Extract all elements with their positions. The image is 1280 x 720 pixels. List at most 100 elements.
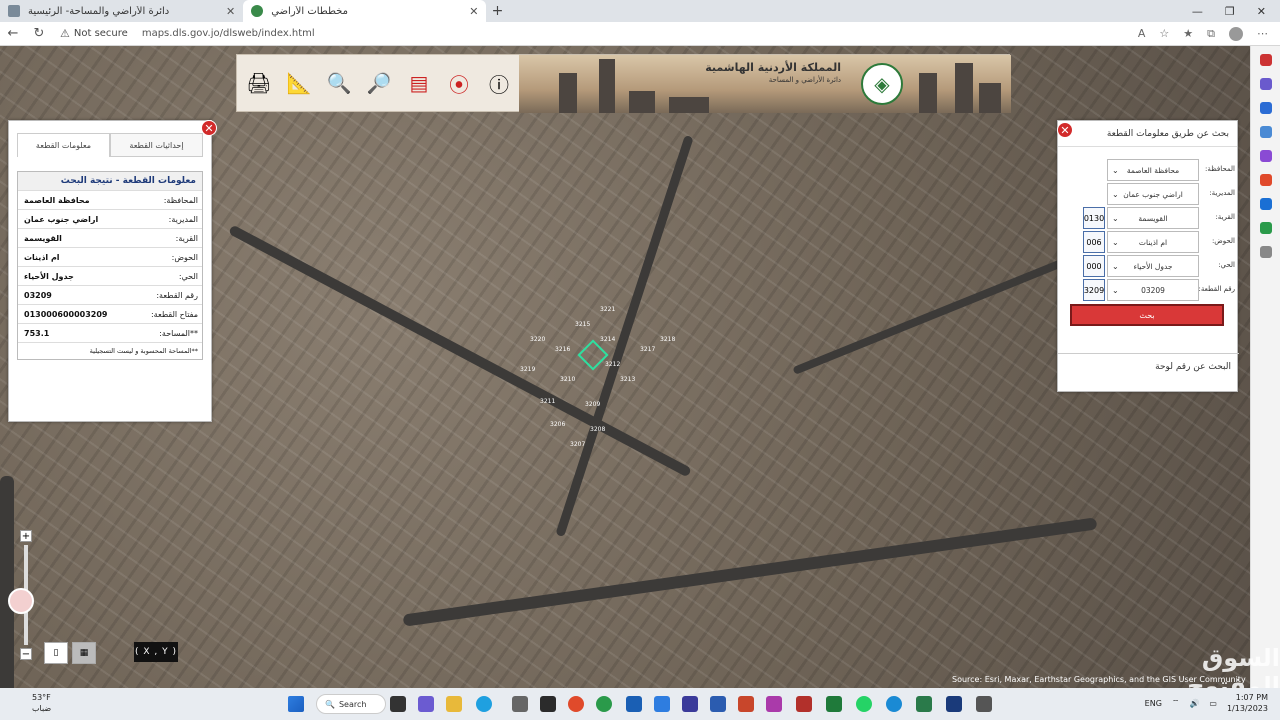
- search-sidebar-icon[interactable]: [1259, 54, 1272, 66]
- info-icon[interactable]: ⓘ: [483, 67, 515, 99]
- close-window-icon[interactable]: ✕: [1257, 5, 1266, 18]
- whatsapp-icon[interactable]: [856, 696, 872, 712]
- zoom-slider-handle[interactable]: [8, 588, 34, 614]
- zoom-out-button[interactable]: −: [20, 648, 32, 660]
- refresh-icon[interactable]: ↻: [26, 26, 52, 41]
- teams-icon[interactable]: [418, 696, 434, 712]
- search-field-select[interactable]: محافظة العاصمة ⌄: [1107, 159, 1199, 181]
- info-row-value: 753.1: [24, 328, 50, 338]
- search-field-row: الحوض: ام اذينات ⌄ 006: [1058, 231, 1239, 253]
- map-pin-icon[interactable]: ⦿: [443, 67, 475, 99]
- add-sidebar-icon[interactable]: [1259, 246, 1272, 258]
- close-search-panel-icon[interactable]: ✕: [1057, 122, 1073, 138]
- task-view-icon[interactable]: [390, 696, 406, 712]
- minimize-icon[interactable]: —: [1192, 5, 1203, 18]
- search-field-select[interactable]: جدول الأحياء ⌄: [1107, 255, 1199, 277]
- collections-icon[interactable]: ⧉: [1207, 27, 1215, 41]
- zoom-in-button[interactable]: +: [20, 530, 32, 542]
- back-arrow-icon[interactable]: ←: [0, 26, 26, 41]
- file-explorer-icon[interactable]: [446, 696, 462, 712]
- parcel-number-label: 3207: [570, 441, 586, 448]
- parcel-search-icon[interactable]: 🔎: [363, 67, 395, 99]
- search-field-select[interactable]: ام اذينات ⌄: [1107, 231, 1199, 253]
- app-icon-8[interactable]: [946, 696, 962, 712]
- browser-tab-dls-home[interactable]: دائرة الأراضي والمساحة- الرئيسية ✕: [0, 0, 243, 22]
- search-field-code-input[interactable]: 006: [1083, 231, 1105, 253]
- weather-widget[interactable]: 53°F ضباب: [32, 692, 51, 714]
- profile-avatar[interactable]: [1229, 26, 1243, 41]
- tree-icon[interactable]: [1259, 222, 1272, 234]
- close-tab-icon[interactable]: ✕: [469, 5, 478, 18]
- tab-parcel-info[interactable]: معلومات القطعة: [17, 133, 110, 157]
- games-icon[interactable]: [1259, 150, 1272, 162]
- windows-start-icon[interactable]: [288, 696, 304, 712]
- system-clock[interactable]: 1:07 PM 1/13/2023: [1227, 692, 1268, 714]
- chevron-down-icon: ⌄: [1112, 165, 1119, 175]
- app-icon-5[interactable]: [766, 696, 782, 712]
- search-field-row: رقم القطعة: 03209 ⌄ 3209: [1058, 279, 1239, 301]
- kingdom-title: المملكة الأردنية الهاشمية دائرة الأراضي …: [705, 61, 841, 84]
- maximize-icon[interactable]: ❐: [1225, 5, 1235, 18]
- chrome-icon[interactable]: [568, 696, 584, 712]
- search-field-select[interactable]: 03209 ⌄: [1107, 279, 1199, 301]
- browser-tab-land-maps[interactable]: مخططات الأراضي ✕: [243, 0, 487, 22]
- excel-icon[interactable]: [826, 696, 842, 712]
- chrome-icon-2[interactable]: [596, 696, 612, 712]
- new-tab-button[interactable]: +: [486, 3, 508, 19]
- basemap-satellite-button[interactable]: ▦: [72, 642, 96, 664]
- report-icon[interactable]: ▤: [403, 67, 435, 99]
- tab-parcel-coordinates[interactable]: إحداثيات القطعة: [110, 133, 203, 157]
- close-tab-icon[interactable]: ✕: [226, 5, 235, 18]
- url-text[interactable]: maps.dls.gov.jo/dlsweb/index.html: [142, 28, 315, 39]
- security-indicator[interactable]: ⚠ Not secure: [60, 27, 128, 40]
- app-icon-1[interactable]: [540, 696, 556, 712]
- favorite-star-icon[interactable]: ☆: [1159, 27, 1169, 40]
- wifi-icon[interactable]: ⌔: [1172, 698, 1180, 708]
- tools-icon[interactable]: [1259, 126, 1272, 138]
- app-icon-4[interactable]: [682, 696, 698, 712]
- app-icon-2[interactable]: [626, 696, 642, 712]
- info-row: الحوض: ام اذينات: [18, 247, 202, 266]
- taskbar-search[interactable]: 🔍 Search: [316, 694, 386, 714]
- app-icon-6[interactable]: [796, 696, 812, 712]
- copilot-icon[interactable]: [1259, 78, 1272, 90]
- edge-icon[interactable]: [886, 696, 902, 712]
- search-field-select[interactable]: القويسمة ⌄: [1107, 207, 1199, 229]
- search-field-row: القرية: القويسمة ⌄ 0130: [1058, 207, 1239, 229]
- parcel-number-label: 3221: [600, 306, 616, 313]
- app-icon-9[interactable]: [976, 696, 992, 712]
- locate-search-icon[interactable]: 🔍: [323, 67, 355, 99]
- app-icon-7[interactable]: [916, 696, 932, 712]
- settings-icon[interactable]: [512, 696, 528, 712]
- favorites-icon[interactable]: ★: [1183, 27, 1193, 40]
- basemap-switcher: ▯ ▦: [44, 642, 96, 664]
- office-icon[interactable]: [1259, 174, 1272, 186]
- search-field-value: ام اذينات: [1138, 237, 1168, 247]
- search-field-code-input[interactable]: 0130: [1083, 207, 1105, 229]
- search-field-select[interactable]: اراضي جنوب عمان ⌄: [1107, 183, 1199, 205]
- powerpoint-icon[interactable]: [738, 696, 754, 712]
- search-field-code-input[interactable]: 3209: [1083, 279, 1105, 301]
- search-by-plate-link[interactable]: البحث عن رقم لوحة: [1058, 353, 1239, 379]
- battery-icon[interactable]: ▭: [1209, 699, 1217, 708]
- skype-icon[interactable]: [476, 696, 492, 712]
- volume-icon[interactable]: 🔊: [1189, 699, 1199, 708]
- more-menu-icon[interactable]: ⋯: [1257, 27, 1268, 40]
- language-indicator[interactable]: ENG: [1145, 699, 1162, 708]
- coordinates-button[interactable]: ( X , Y ): [134, 642, 178, 662]
- read-aloud-icon[interactable]: A: [1138, 27, 1146, 40]
- shopping-icon[interactable]: [1259, 102, 1272, 114]
- word-icon[interactable]: [710, 696, 726, 712]
- search-field-code-input[interactable]: 000: [1083, 255, 1105, 277]
- search-button[interactable]: بحث: [1070, 304, 1224, 326]
- selected-parcel-highlight[interactable]: [577, 339, 609, 371]
- search-field-row: الحي: جدول الأحياء ⌄ 000: [1058, 255, 1239, 277]
- basemap-street-button[interactable]: ▯: [44, 642, 68, 664]
- measure-icon[interactable]: 📐: [283, 67, 315, 99]
- outlook-icon[interactable]: [1259, 198, 1272, 210]
- security-label: Not secure: [73, 28, 128, 39]
- app-icon-3[interactable]: [654, 696, 670, 712]
- close-info-panel-icon[interactable]: ✕: [201, 120, 217, 136]
- chevron-down-icon: ⌄: [1112, 285, 1119, 295]
- print-icon[interactable]: 🖨: [243, 67, 275, 99]
